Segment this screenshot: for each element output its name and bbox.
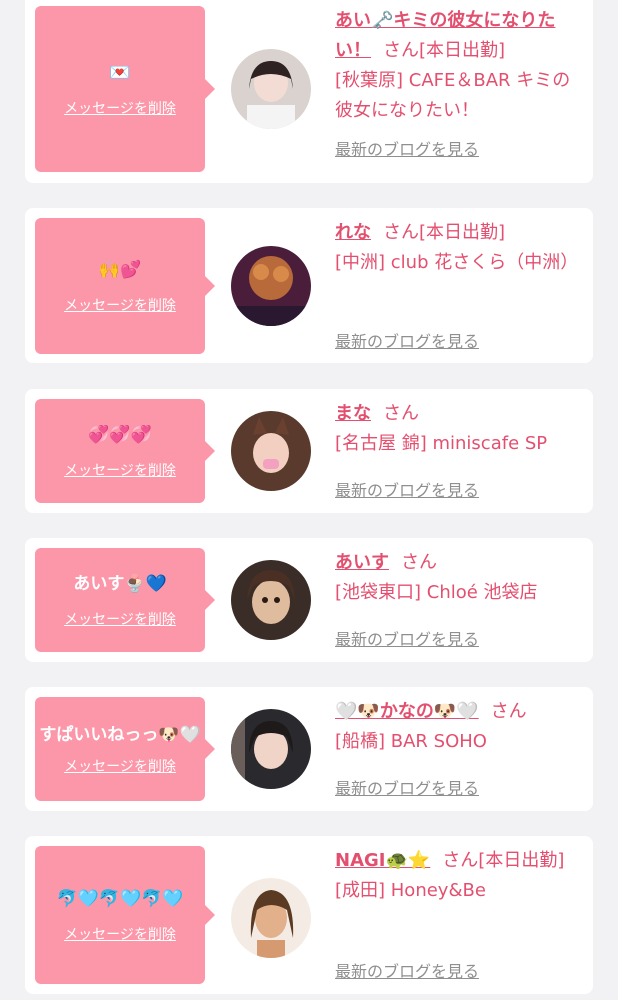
shop-name: [秋葉原] CAFE＆BAR キミの彼女になりたい！ — [335, 70, 571, 121]
shop-name: [中洲] club 花さくら（中洲） — [335, 252, 579, 273]
delete-message-link[interactable]: メッセージを削除 — [64, 460, 176, 480]
status-badge: [本日出勤] — [419, 40, 506, 61]
message-text: 🐬🩵🐬🩵🐬🩵 — [56, 889, 184, 909]
view-blog-link[interactable]: 最新のブログを見る — [335, 775, 479, 799]
card-info: まな さん [名古屋 錦] miniscafe SP 最新のブログを見る — [335, 399, 585, 507]
delete-message-link[interactable]: メッセージを削除 — [64, 609, 176, 629]
avatar[interactable] — [231, 560, 311, 640]
message-card: すぱいいねっっ🐶🤍 メッセージを削除 🤍🐶かなの🐶🤍 さん [船橋] BAR SO… — [25, 687, 593, 811]
message-bubble: 🐬🩵🐬🩵🐬🩵 メッセージを削除 — [35, 846, 205, 984]
avatar[interactable] — [231, 49, 311, 129]
view-blog-link[interactable]: 最新のブログを見る — [335, 477, 479, 501]
cast-name-link[interactable]: あいす — [335, 552, 389, 573]
shop-name: [名古屋 錦] miniscafe SP — [335, 433, 548, 454]
card-info: あいす さん [池袋東口] Chloé 池袋店 最新のブログを見る — [335, 548, 585, 656]
view-blog-link[interactable]: 最新のブログを見る — [335, 328, 479, 352]
honorific: さん — [383, 403, 419, 424]
card-info: あい🗝️キミの彼女になりたい！ さん[本日出勤] [秋葉原] CAFE＆BAR キ… — [335, 6, 585, 176]
name-line: あい🗝️キミの彼女になりたい！ さん[本日出勤] — [335, 6, 585, 66]
delete-message-link[interactable]: メッセージを削除 — [64, 756, 176, 776]
name-line: まな さん — [335, 399, 585, 429]
name-line: 🤍🐶かなの🐶🤍 さん — [335, 697, 585, 727]
delete-message-link[interactable]: メッセージを削除 — [64, 295, 176, 315]
message-card: 🐬🩵🐬🩵🐬🩵 メッセージを削除 NAGI🐢⭐ さん[本日出勤] [成田] Hone… — [25, 836, 593, 994]
message-text: 🙌💕 — [98, 260, 142, 280]
shop-name: [船橋] BAR SOHO — [335, 731, 487, 752]
avatar-photo — [231, 560, 311, 640]
name-line: あいす さん — [335, 548, 585, 578]
avatar-photo — [231, 246, 311, 326]
message-card: 💌 メッセージを削除 あい🗝️キミの彼女になりたい！ さん[本日出勤] [秋葉原]… — [25, 0, 593, 183]
avatar[interactable] — [231, 411, 311, 491]
card-info: NAGI🐢⭐ さん[本日出勤] [成田] Honey&Be 最新のブログを見る — [335, 846, 585, 988]
message-bubble: 🙌💕 メッセージを削除 — [35, 218, 205, 354]
status-badge: [本日出勤] — [419, 222, 506, 243]
view-blog-link[interactable]: 最新のブログを見る — [335, 136, 479, 160]
avatar[interactable] — [231, 246, 311, 326]
honorific: さん — [383, 222, 419, 243]
shop-name: [池袋東口] Chloé 池袋店 — [335, 582, 538, 603]
cast-name-link[interactable]: れな — [335, 222, 371, 243]
avatar-photo — [231, 878, 311, 958]
avatar-photo — [231, 411, 311, 491]
card-info: れな さん[本日出勤] [中洲] club 花さくら（中洲） 最新のブログを見る — [335, 218, 585, 358]
message-text: 💞💞💞 — [88, 425, 152, 445]
message-text: 💌 — [109, 63, 131, 83]
avatar[interactable] — [231, 709, 311, 789]
cast-name-link[interactable]: まな — [335, 403, 371, 424]
message-list: 💌 メッセージを削除 あい🗝️キミの彼女になりたい！ さん[本日出勤] [秋葉原]… — [0, 0, 618, 1000]
card-info: 🤍🐶かなの🐶🤍 さん [船橋] BAR SOHO 最新のブログを見る — [335, 697, 585, 805]
avatar-photo — [231, 49, 311, 129]
name-line: NAGI🐢⭐ さん[本日出勤] — [335, 846, 585, 876]
avatar-photo — [231, 709, 311, 789]
message-text: すぱいいねっっ🐶🤍 — [39, 725, 201, 745]
honorific: さん — [490, 701, 527, 722]
honorific: さん — [442, 850, 479, 871]
view-blog-link[interactable]: 最新のブログを見る — [335, 626, 479, 650]
avatar[interactable] — [231, 878, 311, 958]
message-bubble: 💌 メッセージを削除 — [35, 6, 205, 172]
message-card: 🙌💕 メッセージを削除 れな さん[本日出勤] [中洲] club 花さくら（中洲… — [25, 208, 593, 363]
message-bubble: 💞💞💞 メッセージを削除 — [35, 399, 205, 503]
message-bubble: すぱいいねっっ🐶🤍 メッセージを削除 — [35, 697, 205, 801]
cast-name-link[interactable]: 🤍🐶かなの🐶🤍 — [335, 701, 479, 722]
delete-message-link[interactable]: メッセージを削除 — [64, 924, 176, 944]
honorific: さん — [401, 552, 437, 573]
shop-name: [成田] Honey&Be — [335, 880, 486, 901]
delete-message-link[interactable]: メッセージを削除 — [64, 98, 176, 118]
view-blog-link[interactable]: 最新のブログを見る — [335, 958, 479, 982]
honorific: さん — [383, 40, 419, 61]
message-bubble: あいす🍨💙 メッセージを削除 — [35, 548, 205, 652]
cast-name-link[interactable]: NAGI🐢⭐ — [335, 850, 430, 871]
message-card: 💞💞💞 メッセージを削除 まな さん [名古屋 錦] miniscafe SP 最… — [25, 389, 593, 513]
name-line: れな さん[本日出勤] — [335, 218, 585, 248]
message-card: あいす🍨💙 メッセージを削除 あいす さん [池袋東口] Chloé 池袋店 最新… — [25, 538, 593, 662]
message-text: あいす🍨💙 — [73, 574, 167, 594]
status-badge: [本日出勤] — [478, 850, 565, 871]
